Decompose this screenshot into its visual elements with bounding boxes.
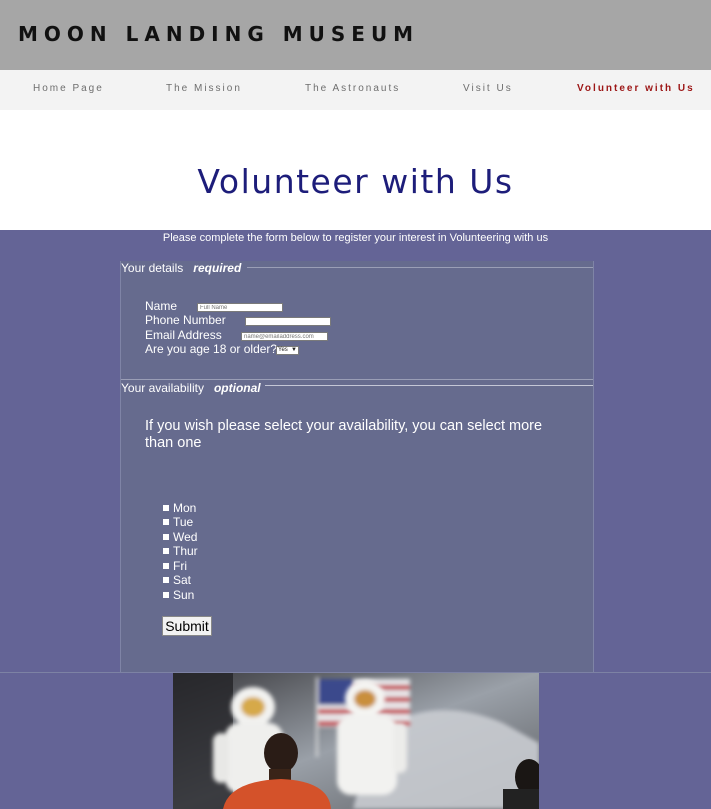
availability-legend-label: Your availability: [121, 381, 204, 395]
volunteer-form: Your details required Name Phone Number E…: [120, 261, 594, 672]
age-select[interactable]: Yes ▼: [276, 346, 299, 355]
day-label: Sat: [173, 573, 192, 587]
nav-home[interactable]: Home Page: [33, 83, 104, 94]
checkbox-icon[interactable]: [163, 577, 169, 583]
day-checkbox-fri[interactable]: Fri: [163, 559, 187, 573]
name-label: Name: [145, 299, 178, 313]
day-checkbox-tue[interactable]: Tue: [163, 515, 193, 529]
phone-input[interactable]: [245, 317, 331, 326]
checkbox-icon[interactable]: [163, 505, 169, 511]
day-label: Wed: [173, 530, 198, 544]
day-label: Thur: [173, 544, 198, 558]
availability-legend: Your availability optional: [121, 381, 265, 395]
email-input[interactable]: [241, 332, 328, 341]
availability-instructions: If you wish please select your availabil…: [145, 418, 543, 451]
details-divider: [247, 267, 593, 268]
day-checkbox-sat[interactable]: Sat: [163, 573, 191, 587]
day-checkbox-mon[interactable]: Mon: [163, 501, 196, 515]
email-label: Email Address: [145, 328, 222, 342]
day-label: Sun: [173, 588, 195, 602]
main-nav: Home Page The Mission The Astronauts Vis…: [0, 70, 711, 110]
details-required-tag: required: [193, 261, 242, 275]
page-title: Volunteer with Us: [197, 162, 514, 201]
hero-banner: Volunteer with Us: [0, 110, 711, 230]
section-divider: [121, 379, 593, 380]
age-select-value: Yes: [278, 347, 288, 353]
nav-volunteer[interactable]: Volunteer with Us: [577, 83, 695, 94]
day-label: Mon: [173, 501, 197, 515]
details-legend: Your details required: [121, 261, 241, 275]
chevron-down-icon: ▼: [291, 347, 297, 353]
site-title[interactable]: MOON LANDING MUSEUM: [18, 22, 419, 46]
checkbox-icon[interactable]: [163, 563, 169, 569]
astronaut-exhibit-photo: [173, 673, 539, 809]
checkbox-icon[interactable]: [163, 534, 169, 540]
checkbox-icon[interactable]: [163, 519, 169, 525]
availability-optional-tag: optional: [213, 381, 261, 395]
phone-label: Phone Number: [145, 313, 226, 327]
details-legend-label: Your details: [121, 261, 184, 275]
day-checkbox-wed[interactable]: Wed: [163, 530, 197, 544]
age-label: Are you age 18 or older?: [145, 342, 278, 356]
nav-mission[interactable]: The Mission: [166, 83, 242, 94]
day-label: Fri: [173, 559, 187, 573]
day-checkbox-thur[interactable]: Thur: [163, 544, 198, 558]
nav-visit[interactable]: Visit Us: [463, 83, 513, 94]
name-input[interactable]: [197, 303, 283, 312]
nav-astronauts[interactable]: The Astronauts: [305, 83, 400, 94]
site-header: MOON LANDING MUSEUM: [0, 0, 711, 70]
day-label: Tue: [173, 515, 194, 529]
checkbox-icon[interactable]: [163, 548, 169, 554]
exhibit-photo-illustration: [173, 673, 539, 809]
day-checkbox-sun[interactable]: Sun: [163, 588, 194, 602]
form-intro-text: Please complete the form below to regist…: [162, 232, 549, 244]
submit-button[interactable]: Submit: [162, 616, 212, 636]
checkbox-icon[interactable]: [163, 592, 169, 598]
